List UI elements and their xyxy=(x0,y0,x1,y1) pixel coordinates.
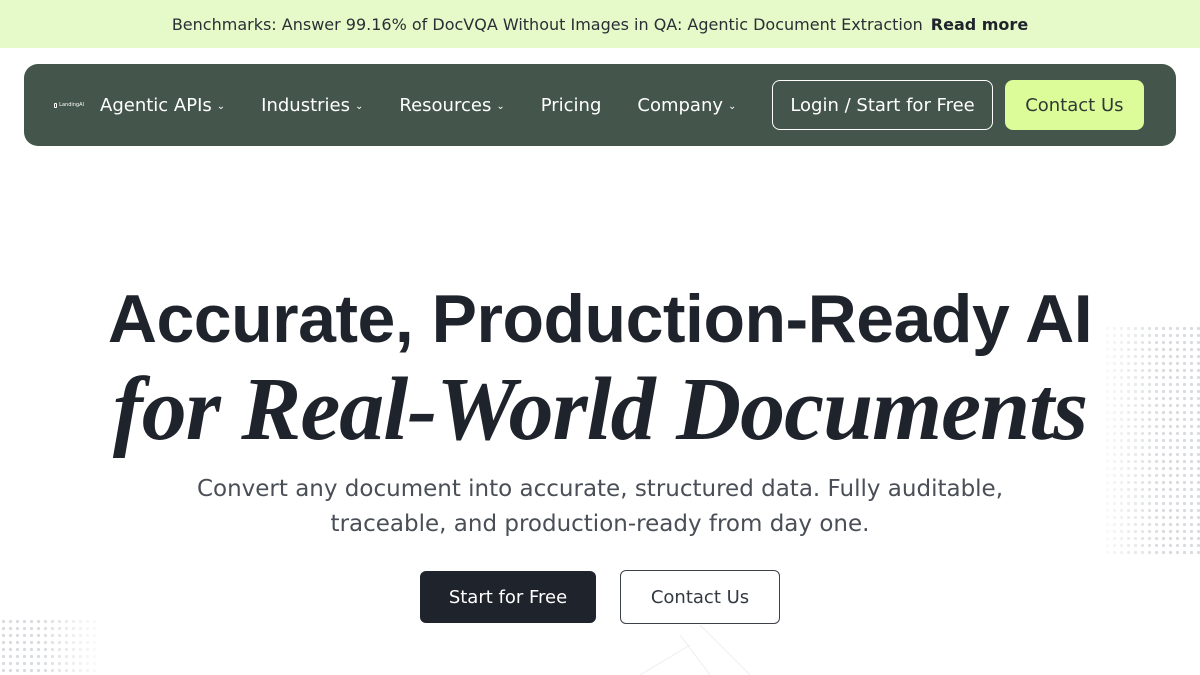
hero-subtitle-line1: Convert any document into accurate, stru… xyxy=(196,476,1004,502)
nav-item-label: Resources xyxy=(399,94,492,116)
chevron-down-icon: ⌄ xyxy=(728,101,737,112)
login-button[interactable]: Login / Start for Free xyxy=(772,80,993,130)
chevron-down-icon: ⌄ xyxy=(216,101,226,112)
hero-title-line1: Accurate, Production-Ready AI xyxy=(107,281,1093,357)
nav-item-pricing[interactable]: Pricing xyxy=(541,95,602,116)
announcement-bar: Benchmarks: Answer 99.16% of DocVQA With… xyxy=(0,0,1200,48)
contact-us-nav-button[interactable]: Contact Us xyxy=(1004,80,1144,130)
read-more-link[interactable]: Read more xyxy=(931,15,1028,34)
logo-text: LandingAI xyxy=(59,102,84,108)
hero-title-line2: for Real-World Documents xyxy=(112,360,1088,459)
nav-item-label: Industries xyxy=(261,94,350,116)
contact-us-button[interactable]: Contact Us xyxy=(620,570,780,624)
nav-item-agentic-apis[interactable]: Agentic APIs ⌄ xyxy=(100,95,225,116)
start-for-free-button[interactable]: Start for Free xyxy=(420,571,596,623)
nav-item-resources[interactable]: Resources ⌄ xyxy=(399,95,504,116)
nav-item-industries[interactable]: Industries ⌄ xyxy=(261,95,363,116)
hero-subtitle: Convert any document into accurate, stru… xyxy=(0,472,1200,542)
chevron-down-icon: ⌄ xyxy=(496,101,505,112)
chevron-down-icon: ⌄ xyxy=(355,101,364,112)
announcement-text: Benchmarks: Answer 99.16% of DocVQA With… xyxy=(171,14,923,34)
nav-item-label: Company xyxy=(637,94,724,116)
nav-item-company[interactable]: Company ⌄ xyxy=(637,95,736,116)
logo[interactable]: LandingAI xyxy=(54,102,84,108)
dot-pattern-decoration xyxy=(0,618,96,675)
hero-subtitle-line2: traceable, and production-ready from day… xyxy=(330,511,870,537)
nav-item-label: Agentic APIs xyxy=(100,94,212,116)
nav-item-label: Pricing xyxy=(540,94,602,116)
landingai-logo-icon xyxy=(54,102,58,108)
line-decoration xyxy=(640,625,751,675)
main-navbar: LandingAI Agentic APIs ⌄ Industries ⌄ Re… xyxy=(24,64,1176,146)
